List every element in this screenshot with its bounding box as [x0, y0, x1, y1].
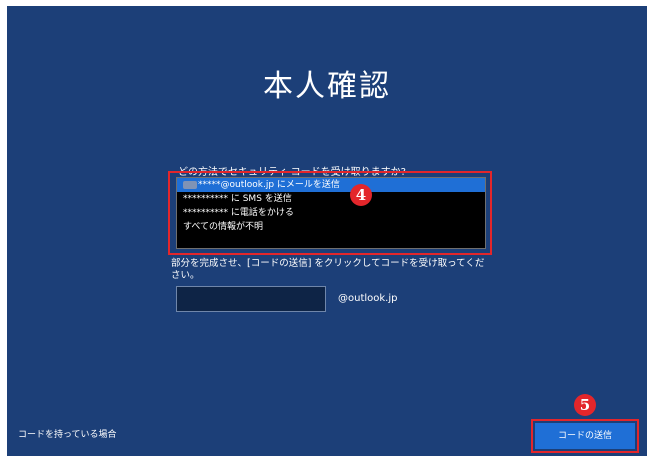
method-listbox[interactable]: *****@outlook.jp にメールを送信 ********** に SM…: [176, 177, 486, 249]
step-5-badge: 5: [574, 394, 596, 416]
option-sms[interactable]: ********** に SMS を送信: [177, 192, 485, 206]
option-phone-label: ********** に電話をかける: [183, 208, 294, 218]
page-title: 本人確認: [263, 69, 391, 104]
email-domain-suffix: @outlook.jp: [338, 293, 398, 304]
option-phone[interactable]: ********** に電話をかける: [177, 206, 485, 220]
option-sms-label: ********** に SMS を送信: [183, 194, 292, 204]
option-email-label: *****@outlook.jp にメールを送信: [198, 180, 340, 190]
redacted-mask: [183, 180, 197, 189]
send-code-button[interactable]: コードの送信: [535, 423, 635, 449]
option-email[interactable]: *****@outlook.jp にメールを送信: [177, 178, 485, 192]
step-4-badge: 4: [350, 184, 372, 206]
instruction-text: 部分を完成させ、[コードの送信] をクリックしてコードを受け取ってください。: [171, 258, 485, 281]
have-code-link[interactable]: コードを持っている場合: [18, 427, 117, 440]
email-username-input[interactable]: [176, 286, 326, 312]
option-unknown-label: すべての情報が不明: [183, 222, 264, 232]
option-unknown[interactable]: すべての情報が不明: [177, 220, 485, 234]
